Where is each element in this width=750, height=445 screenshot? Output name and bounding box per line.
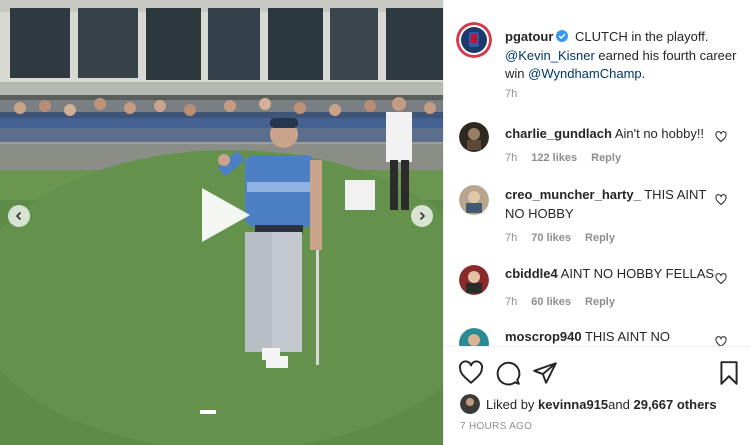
caption-timestamp[interactable]: 7h [505,88,517,100]
send-icon[interactable] [532,360,558,386]
comment-text: charlie_gundlach Ain't no hobby!! [505,125,715,144]
comment-username[interactable]: moscrop940 [505,329,582,344]
commenter-avatar[interactable] [459,185,489,215]
comment-time[interactable]: 7h [505,152,517,164]
chevron-right-icon [419,211,426,221]
comment-like-heart-icon[interactable] [715,194,727,206]
comment-likes[interactable]: 70 likes [531,232,571,244]
comment-time[interactable]: 7h [505,296,517,308]
comment-bubble-icon[interactable] [495,360,521,386]
post-details-panel: pgatour CLUTCH in the playoff. @Kevin_Ki… [443,0,750,445]
comment-username[interactable]: cbiddle4 [505,266,558,281]
pgatour-avatar[interactable] [456,22,492,58]
comment-text: creo_muncher_harty_ THIS AINT NO HOBBY [505,186,715,223]
commenter-avatar[interactable] [459,122,489,152]
heart-icon[interactable] [458,360,484,386]
comment-text: moscrop940 THIS AINT NO [505,328,715,346]
comment-like-heart-icon[interactable] [715,336,727,346]
post-caption: pgatour CLUTCH in the playoff. @Kevin_Ki… [505,28,745,84]
liker-username[interactable]: kevinna915 [538,397,608,412]
liked-by-prefix: Liked by [486,396,535,412]
next-button[interactable] [411,205,433,227]
comment-meta: 7h 70 likes Reply [505,232,629,244]
verified-badge-icon [556,30,569,42]
section-divider [444,346,750,347]
instagram-post: pgatour CLUTCH in the playoff. @Kevin_Ki… [0,0,750,445]
commenter-avatar[interactable] [459,265,489,295]
comment-text: cbiddle4 AINT NO HOBBY FELLAS [505,265,715,284]
comment-meta: 7h 122 likes Reply [505,152,635,164]
comment-username[interactable]: charlie_gundlach [505,126,612,141]
caption-text-part: CLUTCH in the playoff. [571,29,709,44]
comment-meta: 7h 60 likes Reply [505,296,629,308]
comment-like-heart-icon[interactable] [715,273,727,285]
comment-time[interactable]: 7h [505,232,517,244]
comment-reply-button[interactable]: Reply [585,232,615,244]
comment-body: AINT NO HOBBY FELLAS [560,266,715,281]
post-author-username[interactable]: pgatour [505,29,553,44]
previous-button[interactable] [8,205,30,227]
comments-list[interactable]: charlie_gundlach Ain't no hobby!! 7h 122 … [444,110,750,346]
comment-reply-button[interactable]: Reply [591,152,621,164]
caption-text-end: . [641,66,646,81]
comment-body: THIS AINT NO [584,329,670,344]
mention-wyndham-champ[interactable]: @WyndhamChamp [528,66,642,81]
likes-count[interactable]: 29,667 others [633,397,716,412]
chevron-left-icon [15,211,22,221]
likes-summary: Liked by kevinna915 and 29,667 others [460,394,717,414]
liked-by-and: and [608,396,630,412]
play-icon[interactable] [196,186,254,244]
bookmark-icon[interactable] [716,360,742,386]
comment-username[interactable]: creo_muncher_harty_ [505,187,641,202]
comment-body: Ain't no hobby!! [614,126,705,141]
comment-likes[interactable]: 122 likes [531,152,577,164]
mention-kevin-kisner[interactable]: @Kevin_Kisner [505,48,595,63]
post-media-video[interactable] [0,0,443,445]
liker-avatar[interactable] [460,394,480,414]
commenter-avatar[interactable] [459,328,489,346]
comment-like-heart-icon[interactable] [715,131,727,143]
comment-likes[interactable]: 60 likes [531,296,571,308]
comment-reply-button[interactable]: Reply [585,296,615,308]
post-timestamp[interactable]: 7 HOURS AGO [460,421,532,432]
